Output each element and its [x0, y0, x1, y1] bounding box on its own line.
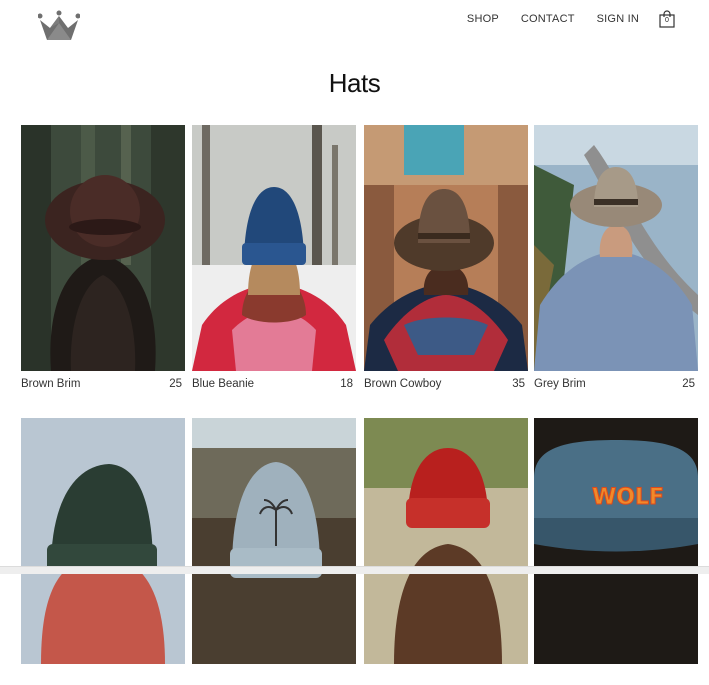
product-price: 18 [340, 378, 353, 390]
product-price: 25 [169, 378, 182, 390]
product-image[interactable] [364, 125, 528, 371]
product-meta [21, 669, 185, 685]
product-name: Brown Brim [21, 378, 81, 390]
product-name: Blue Beanie [192, 378, 255, 390]
product-meta [192, 669, 356, 685]
product-image[interactable] [192, 125, 356, 371]
product-name: Grey Brim [534, 378, 586, 390]
product-name: Brown Cowboy [364, 378, 442, 390]
product-price: 35 [512, 378, 525, 390]
product-image[interactable]: WOLF [534, 418, 698, 664]
product-meta: Brown Cowboy 35 [364, 376, 528, 392]
product-grid: Brown Brim 25 Blue Beanie 18 Brown Cowbo… [0, 0, 709, 664]
product-price: 25 [682, 378, 695, 390]
product-meta [364, 669, 528, 685]
horizontal-scrollbar[interactable] [0, 566, 709, 574]
product-meta [534, 669, 698, 685]
product-meta: Grey Brim 25 [534, 376, 698, 392]
product-image[interactable] [192, 418, 356, 664]
product-image[interactable] [364, 418, 528, 664]
product-image[interactable] [21, 418, 185, 664]
product-meta: Brown Brim 25 [21, 376, 185, 392]
product-image[interactable] [21, 125, 185, 371]
wolf-cap-logo-text: WOLF [592, 485, 664, 510]
product-image[interactable] [534, 125, 698, 371]
product-meta: Blue Beanie 18 [192, 376, 356, 392]
